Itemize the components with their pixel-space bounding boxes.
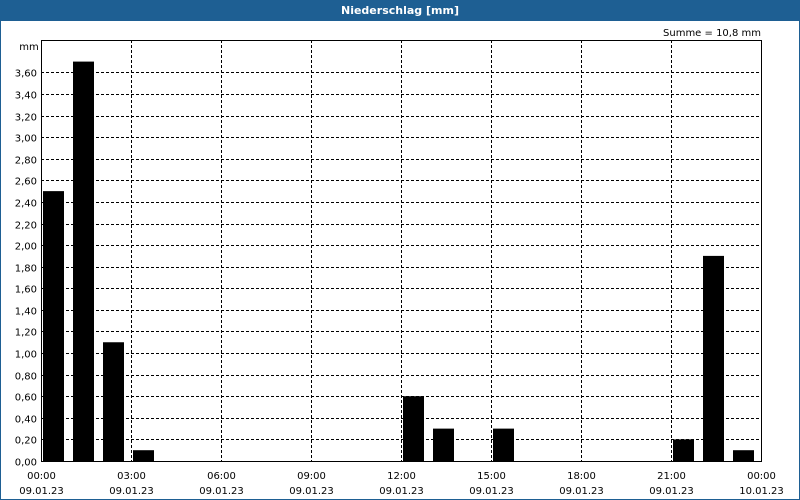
sum-label: Summe = 10,8 mm <box>663 28 761 39</box>
x-tick-time-label: 06:00 <box>207 471 236 482</box>
x-tick-time-label: 00:00 <box>747 471 776 482</box>
y-tick-label: 3,20 <box>15 113 37 124</box>
y-tick-label: 0,40 <box>15 415 37 426</box>
bars <box>43 61 754 461</box>
grid <box>41 40 761 461</box>
x-axis-ticks: 00:00 09.01.23 03:00 09.01.23 06:00 09.01.23 0… <box>19 471 784 497</box>
chart-canvas: 0,00 0,20 0,40 0,60 0,80 1,00 1,20 1,40 1,60 1,80… <box>15 28 784 497</box>
x-tick-time-label: 03:00 <box>117 471 146 482</box>
x-tick-time-label: 15:00 <box>477 471 506 482</box>
y-tick-label: 2,40 <box>15 199 37 210</box>
x-tick-time-label: 21:00 <box>657 471 686 482</box>
y-tick-label: 3,00 <box>15 134 37 145</box>
precipitation-bar <box>73 61 94 461</box>
y-tick-label: 0,80 <box>15 372 37 383</box>
x-tick-time-label: 12:00 <box>387 471 416 482</box>
x-tick-time-label: 09:00 <box>297 471 326 482</box>
x-tick-date-label: 09.01.23 <box>559 486 604 497</box>
y-tick-label: 3,60 <box>15 69 37 80</box>
y-tick-label: 0,60 <box>15 393 37 404</box>
y-tick-label: 1,80 <box>15 264 37 275</box>
precipitation-bar <box>673 439 694 461</box>
x-tick-date-label: 09.01.23 <box>469 486 514 497</box>
y-tick-label: 1,60 <box>15 285 37 296</box>
y-tick-label: 2,80 <box>15 156 37 167</box>
y-tick-label: 2,00 <box>15 242 37 253</box>
x-tick-date-label: 09.01.23 <box>109 486 154 497</box>
precipitation-bar <box>43 191 64 461</box>
x-tick-date-label: 09.01.23 <box>379 486 424 497</box>
precipitation-bar <box>103 342 124 461</box>
y-axis-unit-label: mm <box>19 42 38 53</box>
y-tick-label: 0,20 <box>15 436 37 447</box>
y-tick-label: 2,60 <box>15 177 37 188</box>
y-tick-label: 3,40 <box>15 91 37 102</box>
x-tick-date-label: 09.01.23 <box>199 486 244 497</box>
y-axis-ticks: 0,00 0,20 0,40 0,60 0,80 1,00 1,20 1,40 1,60 1,80… <box>15 69 37 469</box>
x-tick-date-label: 09.01.23 <box>649 486 694 497</box>
x-tick-time-label: 00:00 <box>27 471 56 482</box>
x-tick-time-label: 18:00 <box>567 471 596 482</box>
precipitation-bar <box>493 428 514 461</box>
precipitation-bar <box>133 450 154 461</box>
precipitation-bar <box>403 396 424 461</box>
y-tick-label: 1,20 <box>15 328 37 339</box>
y-tick-label: 1,40 <box>15 307 37 318</box>
precipitation-bar <box>733 450 754 461</box>
x-tick-date-label: 09.01.23 <box>19 486 64 497</box>
y-tick-label: 0,00 <box>15 458 37 469</box>
x-tick-date-label: 09.01.23 <box>289 486 334 497</box>
precipitation-bar <box>703 255 724 461</box>
y-tick-label: 1,00 <box>15 350 37 361</box>
precipitation-bar <box>433 428 454 461</box>
y-tick-label: 2,20 <box>15 221 37 232</box>
x-tick-date-label: 10.01.23 <box>739 486 784 497</box>
